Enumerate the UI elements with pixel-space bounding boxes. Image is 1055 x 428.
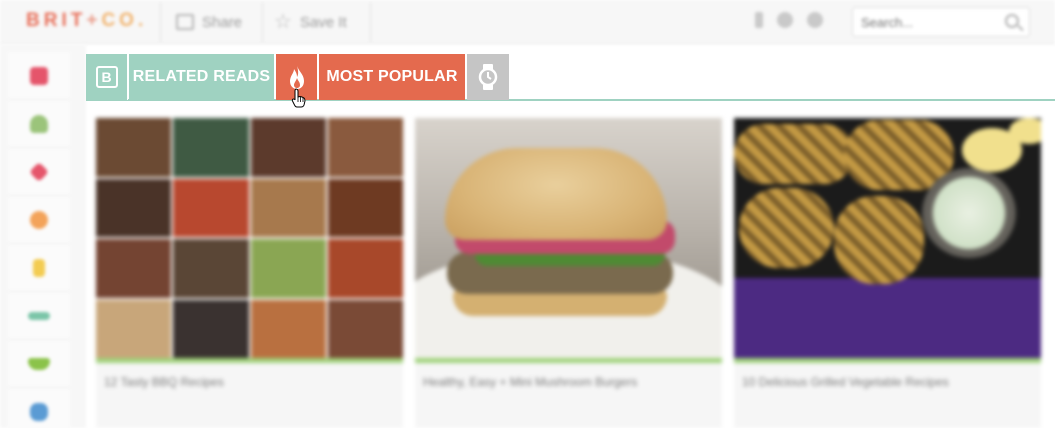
content-tabs: B RELATED READS MOST POPULAR xyxy=(86,54,1055,102)
tab-brand[interactable]: B xyxy=(86,54,128,100)
tab-recent[interactable] xyxy=(467,54,509,100)
article-card[interactable]: Healthy, Easy + Mini Mushroom Burgers xyxy=(415,118,722,428)
rail-item-diy[interactable] xyxy=(8,148,70,196)
save-label: Save It xyxy=(299,13,347,31)
card-body: Healthy, Easy + Mini Mushroom Burgers xyxy=(415,363,722,428)
social-links xyxy=(755,12,823,28)
logo-co: CO. xyxy=(101,10,148,31)
watch-icon xyxy=(478,64,498,90)
search-icon[interactable] xyxy=(1005,14,1019,28)
rail-item-kids[interactable] xyxy=(8,388,70,428)
gift-icon xyxy=(30,66,48,85)
article-thumbnail[interactable] xyxy=(96,118,403,358)
rail-item-style[interactable] xyxy=(8,292,70,340)
article-thumbnail[interactable] xyxy=(415,118,722,358)
star-icon: ☆ xyxy=(274,11,292,33)
leaf-icon xyxy=(30,114,48,133)
article-card[interactable]: 12 Tasty BBQ Recipes xyxy=(96,118,403,428)
hand-pointer-icon xyxy=(291,88,306,108)
header-divider xyxy=(160,2,161,42)
rail-item-food[interactable] xyxy=(8,196,70,244)
article-thumbnail[interactable] xyxy=(734,118,1041,358)
mustache-icon xyxy=(28,311,50,320)
bowl-icon xyxy=(28,357,50,370)
brand-b-icon: B xyxy=(95,66,118,88)
page: BRIT+CO. Share ☆ Save It Search... B REL… xyxy=(0,0,1055,428)
article-card[interactable]: 10 Delicious Grilled Vegetable Recipes xyxy=(734,118,1041,428)
brand-logo[interactable]: BRIT+CO. xyxy=(26,10,147,32)
tab-related-reads[interactable]: RELATED READS xyxy=(129,54,274,100)
search-input[interactable] xyxy=(853,8,983,36)
save-button[interactable]: ☆ Save It xyxy=(274,9,347,35)
logo-brit: BRIT xyxy=(26,10,87,31)
logo-plus: + xyxy=(86,10,102,31)
owl-icon xyxy=(30,402,48,421)
category-rail xyxy=(0,44,86,428)
pinterest-icon[interactable] xyxy=(777,12,793,28)
flame-icon xyxy=(289,65,304,89)
card-body: 12 Tasty BBQ Recipes xyxy=(96,363,403,428)
rail-item-gifts[interactable] xyxy=(8,52,70,100)
trophy-icon xyxy=(33,258,45,277)
rail-item-trophy[interactable] xyxy=(8,244,70,292)
search-box xyxy=(852,7,1030,37)
header-divider xyxy=(370,2,371,42)
tab-most-popular[interactable]: MOST POPULAR xyxy=(319,54,465,100)
scissors-icon xyxy=(29,161,49,182)
top-header: BRIT+CO. Share ☆ Save It xyxy=(0,0,1055,44)
facebook-icon[interactable] xyxy=(755,12,763,28)
header-divider xyxy=(262,2,263,42)
twitter-icon[interactable] xyxy=(807,12,823,28)
article-title[interactable]: 10 Delicious Grilled Vegetable Recipes xyxy=(742,375,949,389)
rail-item-garden[interactable] xyxy=(8,100,70,148)
share-button[interactable]: Share xyxy=(176,9,242,35)
share-label: Share xyxy=(202,13,243,31)
cupcake-icon xyxy=(30,210,48,229)
article-title[interactable]: 12 Tasty BBQ Recipes xyxy=(104,375,224,389)
card-body: 10 Delicious Grilled Vegetable Recipes xyxy=(734,363,1041,428)
article-title[interactable]: Healthy, Easy + Mini Mushroom Burgers xyxy=(423,375,637,389)
rail-item-kitchen[interactable] xyxy=(8,340,70,388)
share-icon xyxy=(176,14,194,30)
